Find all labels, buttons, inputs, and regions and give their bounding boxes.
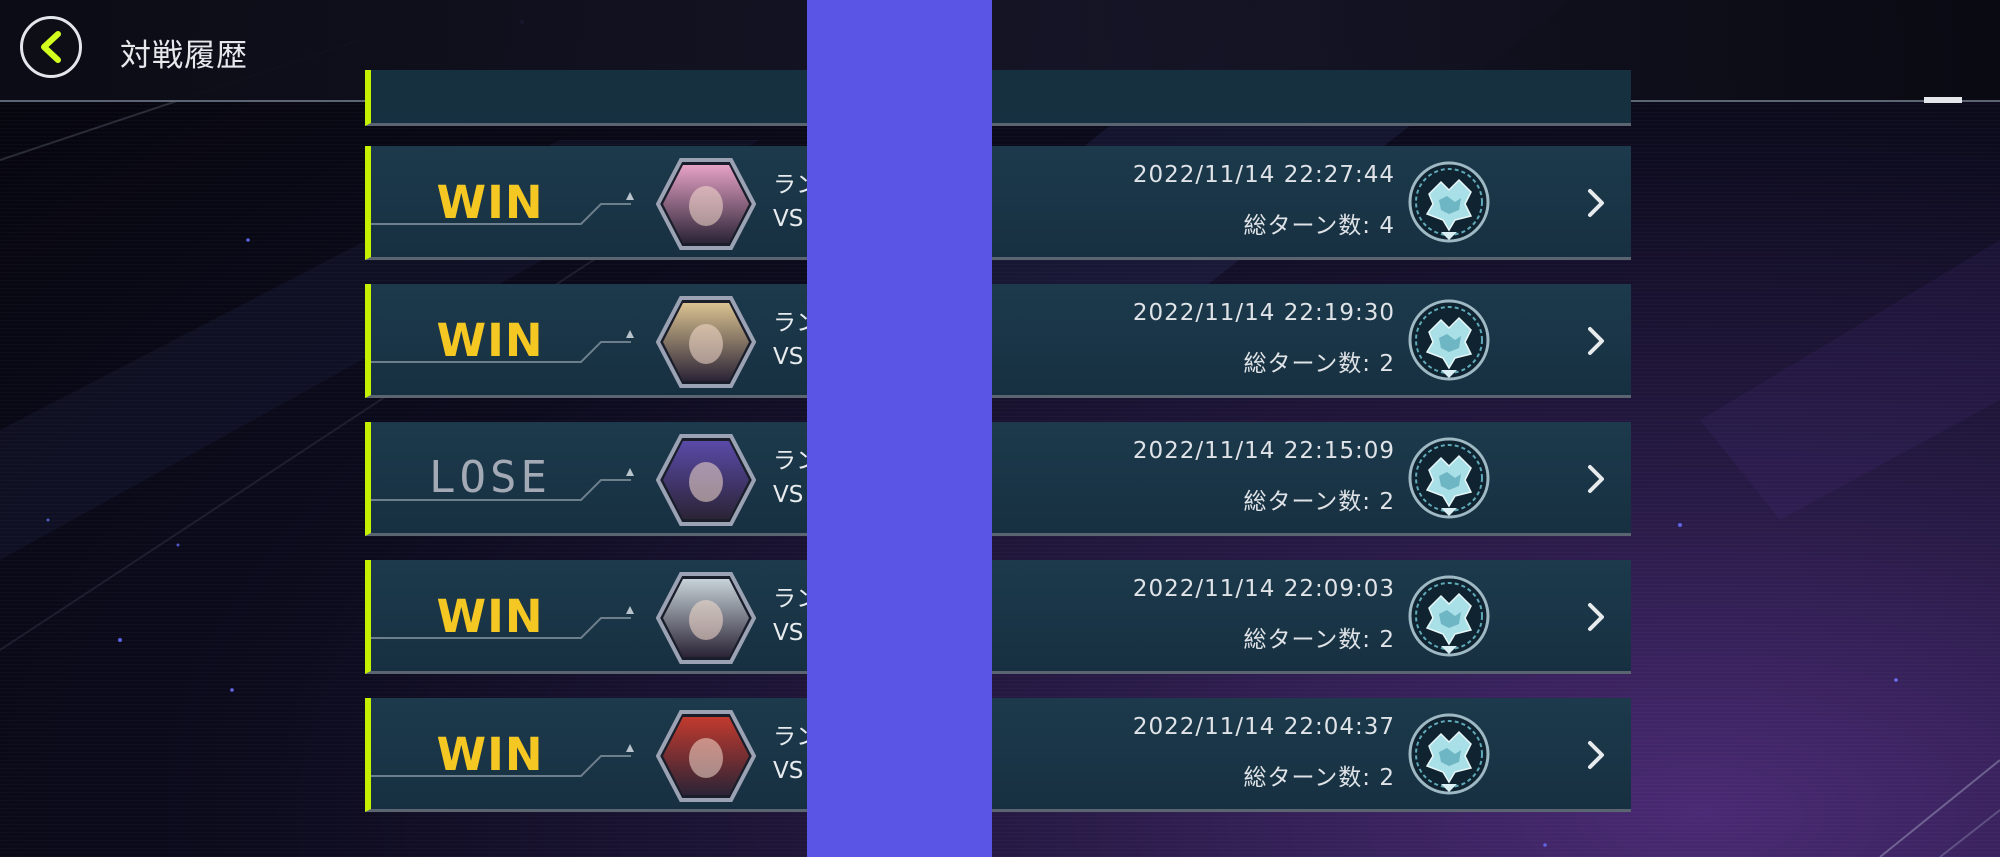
rank-emblem-icon (1408, 299, 1490, 381)
blonde-character-avatar (656, 296, 756, 388)
rank-emblem-icon (1408, 161, 1490, 243)
turn-count: 総ターン数: 2 (1243, 627, 1395, 653)
redaction-overlay (807, 0, 992, 857)
rank-emblem-icon (1408, 437, 1490, 519)
result-label: WIN (436, 590, 544, 643)
duel-history-row[interactable]: WIN ラン VS 2022/11/14 22:09:03 総ターン数: 2 (365, 560, 1631, 674)
turn-count: 総ターン数: 2 (1243, 351, 1395, 377)
back-button[interactable] (20, 16, 82, 78)
white-hair-character-avatar (656, 572, 756, 664)
red-cap-character-avatar (656, 710, 756, 802)
chevron-left-icon (41, 31, 61, 63)
result-label: LOSE (429, 452, 551, 503)
chevron-right-icon[interactable] (1583, 600, 1609, 634)
scroll-indicator (1924, 97, 1962, 103)
turn-count: 総ターン数: 2 (1243, 489, 1395, 515)
duel-timestamp: 2022/11/14 22:15:09 (1132, 438, 1395, 464)
pink-hair-character-avatar (656, 158, 756, 250)
rank-emblem-icon (1408, 713, 1490, 795)
duel-history-row[interactable]: WIN ラン VS 2022/11/14 22:04:37 総ターン数: 2 (365, 698, 1631, 812)
duel-history-row[interactable]: WIN ラン VS 2022/11/14 22:19:30 総ターン数: 2 (365, 284, 1631, 398)
duel-history-row-partial[interactable] (365, 70, 1631, 126)
result-label: WIN (436, 314, 544, 367)
result-label: WIN (436, 176, 544, 229)
duel-history-row[interactable]: LOSE ラン VS 2022/11/14 22:15:09 総ターン数: 2 (365, 422, 1631, 536)
duel-timestamp: 2022/11/14 22:09:03 (1132, 576, 1395, 602)
chevron-right-icon[interactable] (1583, 738, 1609, 772)
duel-timestamp: 2022/11/14 22:04:37 (1132, 714, 1395, 740)
turn-count: 総ターン数: 2 (1243, 765, 1395, 791)
result-label: WIN (436, 728, 544, 781)
blue-hair-character-avatar (656, 434, 756, 526)
page-title: 対戦履歴 (120, 38, 248, 74)
chevron-right-icon[interactable] (1583, 462, 1609, 496)
chevron-right-icon[interactable] (1583, 324, 1609, 358)
duel-timestamp: 2022/11/14 22:19:30 (1132, 300, 1395, 326)
rank-emblem-icon (1408, 575, 1490, 657)
duel-timestamp: 2022/11/14 22:27:44 (1132, 162, 1395, 188)
turn-count: 総ターン数: 4 (1243, 213, 1395, 239)
chevron-right-icon[interactable] (1583, 186, 1609, 220)
duel-history-row[interactable]: WIN ラン VS 2022/11/14 22:27:44 総ターン数: 4 (365, 146, 1631, 260)
